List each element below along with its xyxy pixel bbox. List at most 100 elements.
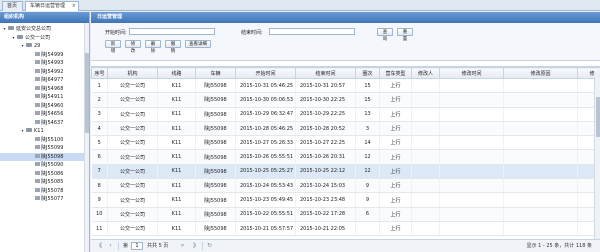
tree-node[interactable]: 陕J54993	[0, 59, 89, 68]
tree-node[interactable]: 陕J55100	[0, 136, 89, 145]
table-row[interactable]: 8 公交一公司 K11 陕J55098 2015-10-24 05:53:43 2015-…	[91, 178, 600, 194]
table-cell: 2	[91, 92, 108, 108]
column-header[interactable]: 结束时间	[295, 67, 356, 79]
tree-node-label: K11	[34, 128, 44, 134]
tree-node[interactable]: 陕J55099	[0, 144, 89, 153]
table-row[interactable]: 2 公交一公司 K11 陕J55098 2015-10-30 05:06:53 2015-…	[91, 92, 600, 108]
vehicle-icon	[35, 170, 40, 175]
revoke-button[interactable]: 撤销	[165, 40, 181, 54]
end-time-input[interactable]	[269, 28, 355, 35]
table-cell: K11	[157, 121, 196, 137]
table-cell: 1	[91, 78, 108, 94]
table-cell: 上行	[379, 178, 412, 194]
expand-toggle-icon[interactable]: ▾	[11, 34, 16, 43]
table-cell: 公交一公司	[107, 164, 158, 180]
org-tree-scrollbar[interactable]	[84, 23, 89, 252]
tree-node[interactable]: 陕J54656	[0, 110, 89, 119]
tree-node[interactable]: ▾ 公交一公司	[0, 34, 89, 43]
vehicle-icon	[35, 119, 40, 124]
tree-node[interactable]: 陕J55085	[0, 178, 89, 187]
column-header[interactable]: 线路	[157, 67, 196, 79]
tree-node[interactable]: 陕J55077	[0, 195, 89, 204]
expand-toggle-icon[interactable]: ▾	[20, 42, 25, 51]
table-row[interactable]: 10 公交一公司 K11 陕J55098 2015-10-22 05:55:51 2015…	[91, 207, 600, 222]
tree-node[interactable]: 陕J64977	[0, 76, 89, 85]
table-cell: 陕J55098	[195, 192, 236, 208]
table-cell: 陕J55098	[195, 207, 236, 222]
column-header[interactable]: 营车类型	[379, 67, 412, 79]
tree-node-label: 陕J54968	[41, 85, 64, 92]
column-header[interactable]: 圈次	[355, 67, 380, 79]
table-row[interactable]: 6 公交一公司 K11 陕J55098 2015-10-26 05:55:51 2015-…	[91, 149, 600, 165]
table-cell	[439, 221, 504, 237]
table-cell: K11	[157, 164, 196, 180]
table-cell	[503, 207, 578, 222]
query-button[interactable]: 查询	[377, 27, 393, 42]
edit-button[interactable]: 修改	[125, 40, 141, 54]
tree-node[interactable]: 陕J54911	[0, 93, 89, 102]
tree-node[interactable]: 陕J55086	[0, 170, 89, 179]
tree-node[interactable]: 陕J54637	[0, 119, 89, 128]
tree-node[interactable]: ▾ K11	[0, 127, 89, 136]
tree-node[interactable]: 陕J55090	[0, 161, 89, 170]
vehicle-icon	[35, 111, 40, 115]
column-header[interactable]: 修改人	[411, 67, 440, 79]
view-detail-button[interactable]: 查看详细	[185, 40, 211, 48]
table-cell: 公交一公司	[107, 221, 158, 237]
table-row[interactable]: 4 公交一公司 K11 陕J55098 2015-10-28 05:46:25 2015-…	[91, 121, 600, 137]
last-page-button[interactable]: ⟫	[191, 242, 198, 250]
table-row[interactable]: 1 公交一公司 K11 陕J55098 2015-10-31 05:46:25 2015-…	[91, 78, 600, 94]
table-cell: 陕J55098	[195, 107, 236, 122]
tree-node[interactable]: ▾ 延安公交总公司	[0, 25, 89, 34]
table-row[interactable]: 7 公交一公司 K11 陕J55098 2015-10-25 05:25:27 2015-…	[91, 164, 600, 180]
org-panel-title: 组织机构	[0, 12, 89, 23]
column-header[interactable]: 修改原因	[503, 67, 578, 79]
tree-node[interactable]: 陕J55078	[0, 187, 89, 196]
scroll-thumb[interactable]	[596, 97, 600, 137]
column-header[interactable]: 车辆	[195, 67, 236, 79]
table-cell	[503, 107, 578, 122]
expand-toggle-icon[interactable]: ▾	[20, 127, 25, 136]
column-header[interactable]: 开始时间	[235, 67, 296, 79]
table-row[interactable]: 5 公交一公司 K11 陕J55098 2015-10-27 05:26:33 2015-…	[91, 135, 600, 151]
tab-active-label: 车辆日运营管理	[30, 3, 66, 9]
table-cell: 陕J55098	[195, 149, 236, 165]
prev-page-button[interactable]: ‹	[107, 242, 114, 250]
table-cell	[411, 135, 440, 151]
first-page-button[interactable]: ⟪	[97, 242, 104, 250]
tab-vehicle-daily-ops[interactable]: 车辆日运营管理 ×	[25, 1, 79, 11]
refresh-icon[interactable]: ↻	[206, 242, 213, 250]
reset-button[interactable]: 重置	[397, 27, 413, 42]
close-icon[interactable]: ×	[72, 2, 76, 11]
table-cell	[411, 164, 440, 180]
table-cell: K11	[157, 207, 196, 222]
tree-node[interactable]: 陕J54999	[0, 51, 89, 60]
table-cell	[503, 221, 578, 237]
column-header[interactable]: 修改时间	[439, 67, 504, 79]
table-row[interactable]: 3 公交一公司 K11 陕J55098 2015-10-29 06:32:47 2015-…	[91, 107, 600, 122]
table-cell: 2015-10-21 22:05	[295, 221, 356, 237]
expand-toggle-icon[interactable]: ▾	[2, 25, 7, 34]
table-row[interactable]: 9 公交一公司 K11 陕J55098 2015-10-23 05:49:45 2015-…	[91, 192, 600, 208]
table-cell: 公交一公司	[107, 207, 158, 222]
start-time-input[interactable]	[129, 28, 215, 35]
page-input[interactable]: 1	[131, 242, 143, 250]
next-page-button[interactable]: »	[179, 242, 186, 250]
tree-node[interactable]: ▾ 29	[0, 42, 89, 51]
tab-home[interactable]: 首页	[2, 1, 23, 11]
tree-node[interactable]: 陕J54992	[0, 68, 89, 77]
add-button[interactable]: 新增	[105, 40, 121, 54]
delete-button[interactable]: 删除	[145, 40, 161, 54]
column-header[interactable]: 序号	[91, 67, 108, 79]
tree-node[interactable]: 陕J54960	[0, 102, 89, 111]
scroll-thumb[interactable]	[85, 53, 89, 133]
grid-scrollbar[interactable]	[594, 77, 600, 242]
table-cell: K11	[157, 149, 196, 165]
tree-node[interactable]: 陕J55098	[0, 152, 89, 161]
column-header[interactable]: 机构	[107, 67, 158, 79]
table-row[interactable]: 11 公交一公司 K11 陕J55098 2015-10-21 05:57:57 2015…	[91, 221, 600, 237]
table-cell: 10	[91, 207, 108, 222]
tree-node-label: 陕J54637	[41, 119, 64, 126]
tree-node[interactable]: 陕J54968	[0, 85, 89, 94]
table-cell: 2015-10-24 15:03	[295, 178, 356, 194]
